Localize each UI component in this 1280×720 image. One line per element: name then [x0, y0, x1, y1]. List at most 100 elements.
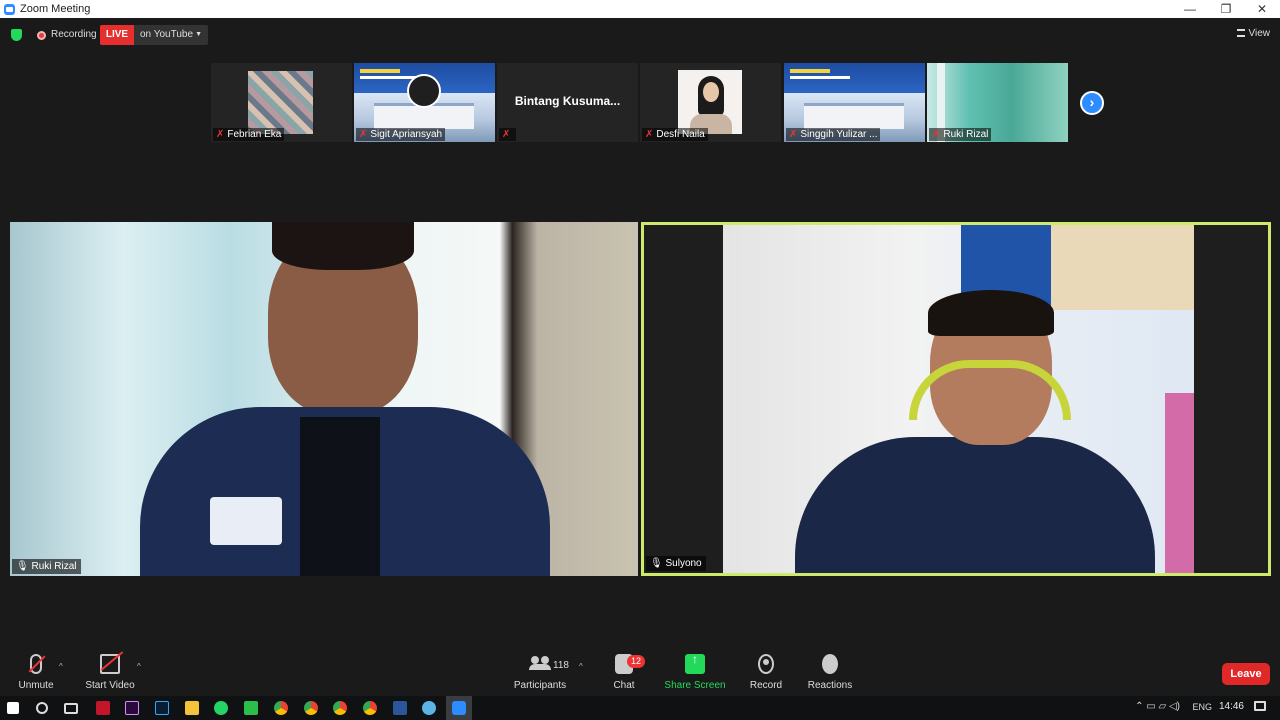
chrome-icon[interactable] — [304, 701, 318, 715]
clock[interactable]: 14:46 — [1219, 701, 1244, 712]
zoom-icon — [452, 701, 466, 715]
participant-name-tag: 🎙︎ Ruki Rizal — [12, 559, 81, 574]
participant-name-tag: ✗ Desfi Naila — [642, 128, 708, 141]
recording-dot-icon — [37, 31, 46, 40]
participant-thumbnail[interactable]: ✗ Singgih Yulizar ... — [784, 63, 925, 142]
audio-options-chevron-icon[interactable]: ^ — [59, 662, 63, 671]
participant-name: Sulyono — [665, 558, 702, 569]
window-title: Zoom Meeting — [20, 3, 91, 15]
leave-button[interactable]: Leave — [1222, 663, 1270, 685]
video-feed-image — [248, 71, 313, 134]
participant-name-tag: ✗ Sigit Apriansyah — [356, 128, 446, 141]
chat-unread-badge: 12 — [627, 655, 646, 668]
zoom-app-icon — [4, 3, 15, 15]
chevron-down-icon: ▼ — [195, 31, 202, 38]
start-video-button[interactable]: Start Video — [70, 654, 150, 691]
close-button[interactable]: ✕ — [1244, 0, 1280, 18]
participant-thumbnail[interactable]: ✗ Febrian Eka — [211, 63, 352, 142]
stream-target-label: on YouTube — [140, 29, 194, 40]
premiere-icon[interactable] — [125, 701, 139, 715]
unmute-label: Unmute — [18, 680, 54, 691]
participant-name: Febrian Eka — [227, 129, 282, 140]
search-icon[interactable] — [36, 702, 48, 714]
obs-logo-icon — [407, 74, 441, 108]
live-badge: LIVE — [100, 25, 134, 45]
muted-mic-icon: ✗ — [932, 129, 941, 140]
chat-button[interactable]: Chat — [584, 654, 664, 691]
app-blue-icon[interactable] — [422, 701, 436, 715]
participant-thumbnail[interactable]: ✗ Desfi Naila — [640, 63, 781, 142]
unmuted-mic-icon: 🎙︎ — [650, 558, 666, 569]
muted-microphone-icon — [30, 654, 42, 674]
chrome-icon[interactable] — [363, 701, 377, 715]
muted-mic-icon: ✗ — [359, 129, 368, 140]
participant-name-tag: ✗ Ruki Rizal — [929, 128, 992, 141]
live-stream-dropdown[interactable]: on YouTube ▼ — [134, 25, 208, 45]
view-grid-icon — [1236, 29, 1245, 37]
main-video-tile[interactable]: 🎙︎ Ruki Rizal — [10, 222, 638, 576]
participant-name: Desfi Naila — [656, 129, 705, 140]
photoshop-icon[interactable] — [155, 701, 169, 715]
video-feed-image — [723, 225, 1194, 573]
record-icon — [758, 654, 774, 674]
participant-name-tag: ✗ Febrian Eka — [213, 128, 285, 141]
notifications-icon[interactable] — [1254, 701, 1266, 711]
participant-name: Ruki Rizal — [31, 561, 77, 572]
start-video-label: Start Video — [85, 680, 135, 691]
unmute-button[interactable]: Unmute — [0, 654, 76, 691]
chrome-icon[interactable] — [333, 701, 347, 715]
meeting-controls-toolbar: Unmute ^ Start Video ^ Participants 118 … — [0, 650, 1280, 696]
participants-count: 118 — [553, 660, 569, 671]
window-title-bar: Zoom Meeting — ❐ ✕ — [0, 0, 1280, 18]
participant-thumbnail[interactable]: ✗ Sigit Apriansyah — [354, 63, 495, 142]
next-page-arrow-icon[interactable]: › — [1080, 91, 1104, 115]
share-screen-label: Share Screen — [664, 680, 726, 691]
active-speaker-video-tile[interactable]: 🎙︎ Sulyono — [641, 222, 1271, 576]
task-view-icon[interactable] — [64, 703, 78, 714]
smiley-icon — [822, 654, 838, 674]
participant-name-tag: ✗ Singgih Yulizar ... — [786, 128, 881, 141]
shirt-logo-patch — [210, 497, 282, 545]
video-feed-hair — [272, 222, 414, 270]
minimize-button[interactable]: — — [1172, 0, 1208, 18]
file-explorer-icon[interactable] — [185, 701, 199, 715]
participant-display-name: Bintang Kusuma... — [514, 94, 621, 108]
muted-mic-icon: ✗ — [789, 129, 798, 140]
participants-options-chevron-icon[interactable]: ^ — [579, 662, 583, 671]
video-off-icon — [100, 654, 120, 674]
participant-name: Sigit Apriansyah — [370, 129, 443, 140]
participants-label: Participants — [513, 680, 567, 691]
security-shield-icon[interactable] — [11, 29, 22, 41]
video-feed-image — [678, 70, 742, 134]
language-indicator[interactable]: ENG — [1192, 702, 1212, 712]
unmuted-mic-icon: 🎙︎ — [16, 561, 32, 572]
participant-thumbnail[interactable]: ✗ Ruki Rizal — [927, 63, 1068, 142]
whatsapp-icon[interactable] — [214, 701, 228, 715]
muted-mic-icon: ✗ — [216, 129, 225, 140]
meeting-top-bar: Recording LIVE on YouTube ▼ View — [0, 18, 1280, 50]
restore-button[interactable]: ❐ — [1208, 0, 1244, 18]
participant-thumbnail[interactable]: Bintang Kusuma... ✗ — [497, 63, 638, 142]
window-controls: — ❐ ✕ — [1172, 0, 1280, 18]
phone-app-icon[interactable] — [244, 701, 258, 715]
reactions-label: Reactions — [807, 680, 853, 691]
windows-start-icon[interactable] — [7, 702, 19, 714]
participant-name-tag: ✗ — [499, 128, 517, 141]
record-label: Record — [749, 680, 783, 691]
tray-icons[interactable]: ⌃ ▭ ▱ ◁) — [1135, 701, 1180, 712]
muted-mic-icon: ✗ — [502, 129, 511, 140]
word-icon[interactable] — [393, 701, 407, 715]
video-feed-collar — [300, 417, 380, 576]
video-options-chevron-icon[interactable]: ^ — [137, 662, 141, 671]
chat-label: Chat — [613, 680, 635, 691]
chrome-icon[interactable] — [274, 701, 288, 715]
reactions-button[interactable]: Reactions — [790, 654, 870, 691]
view-label: View — [1248, 28, 1271, 39]
windows-taskbar: ⌃ ▭ ▱ ◁) ENG 14:46 — [0, 696, 1280, 720]
muted-mic-icon: ✗ — [645, 129, 654, 140]
view-button[interactable]: View — [1236, 28, 1271, 39]
share-screen-button[interactable]: Share Screen — [655, 652, 735, 691]
app-red-icon[interactable] — [96, 701, 110, 715]
recording-label[interactable]: Recording — [51, 29, 97, 40]
participants-icon — [529, 654, 551, 674]
